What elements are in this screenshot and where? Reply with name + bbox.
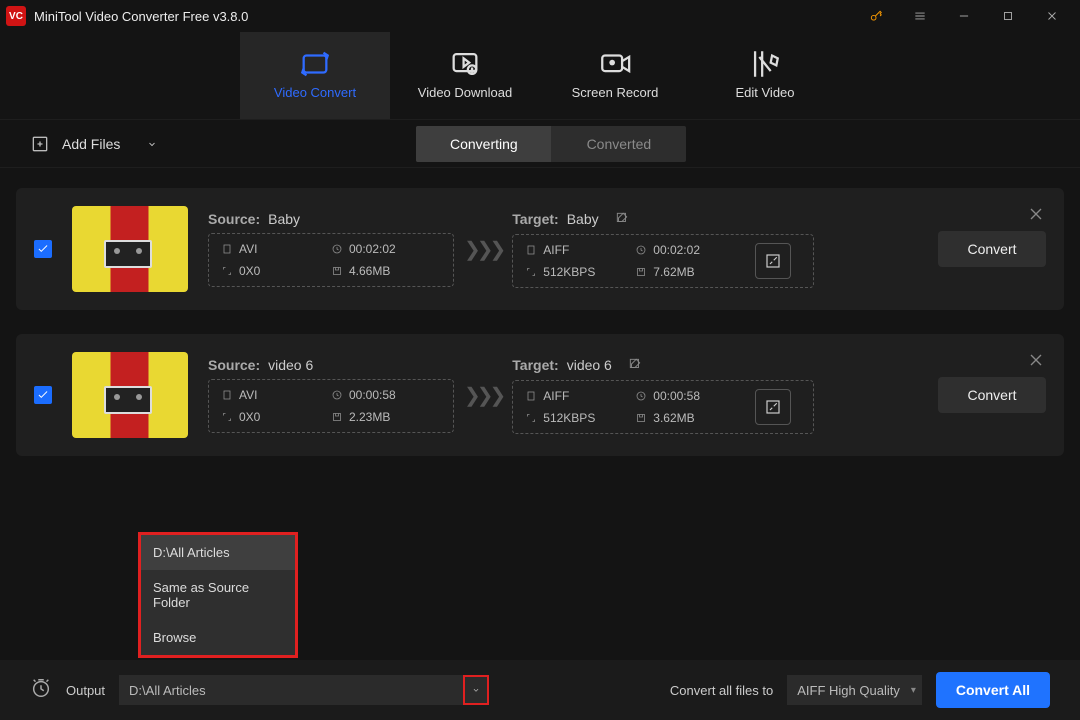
- schedule-icon[interactable]: [30, 677, 52, 704]
- remove-item-icon[interactable]: [1026, 204, 1046, 224]
- menu-icon[interactable]: [898, 0, 942, 32]
- tab-video-download[interactable]: Video Download: [390, 32, 540, 119]
- file-list: Source: Baby AVI 00:02:02 0X0 4.66MB ❯❯❯…: [0, 168, 1080, 476]
- source-label: Source:: [208, 357, 260, 373]
- disk-icon: [635, 412, 647, 424]
- arrows-icon: ❯❯❯: [464, 383, 502, 408]
- seg-converting[interactable]: Converting: [416, 126, 551, 162]
- settings-button[interactable]: [755, 389, 791, 425]
- record-icon: [598, 51, 632, 77]
- file-icon: [221, 243, 233, 255]
- file-icon: [525, 390, 537, 402]
- download-icon: [448, 51, 482, 77]
- maximize-icon[interactable]: [986, 0, 1030, 32]
- tab-screen-record[interactable]: Screen Record: [540, 32, 690, 119]
- seg-converted[interactable]: Converted: [551, 126, 686, 162]
- add-files-label: Add Files: [62, 136, 120, 152]
- edit-target-icon[interactable]: [615, 211, 629, 228]
- target-name: Baby: [567, 211, 599, 227]
- edit-target-icon[interactable]: [628, 357, 642, 374]
- chevron-down-icon[interactable]: [463, 675, 489, 705]
- convert-icon: [298, 51, 332, 77]
- close-icon[interactable]: [1030, 0, 1074, 32]
- output-option-path[interactable]: D:\All Articles: [141, 535, 295, 570]
- convert-all-label: Convert all files to: [670, 683, 773, 698]
- thumbnail: [72, 206, 188, 292]
- target-props: AIFF 00:00:58 512KBPS 3.62MB: [512, 380, 814, 434]
- tab-label: Screen Record: [572, 85, 659, 100]
- clock-icon: [331, 389, 343, 401]
- checkbox[interactable]: [34, 386, 52, 404]
- resize-icon: [221, 265, 233, 277]
- add-files-button[interactable]: Add Files: [30, 134, 166, 154]
- target-props: AIFF 00:02:02 512KBPS 7.62MB: [512, 234, 814, 288]
- convert-button[interactable]: Convert: [938, 231, 1046, 267]
- main-tabs: Video Convert Video Download Screen Reco…: [0, 32, 1080, 120]
- source-name: video 6: [268, 357, 313, 373]
- output-path-value: D:\All Articles: [129, 683, 206, 698]
- app-logo: VC: [6, 6, 26, 26]
- remove-item-icon[interactable]: [1026, 350, 1046, 370]
- settings-button[interactable]: [755, 243, 791, 279]
- convert-button[interactable]: Convert: [938, 377, 1046, 413]
- source-name: Baby: [268, 211, 300, 227]
- checkbox[interactable]: [34, 240, 52, 258]
- resize-icon: [221, 411, 233, 423]
- output-option-browse[interactable]: Browse: [141, 620, 295, 655]
- clock-icon: [331, 243, 343, 255]
- tab-label: Edit Video: [735, 85, 794, 100]
- file-icon: [525, 244, 537, 256]
- footer: Output D:\All Articles Convert all files…: [0, 660, 1080, 720]
- toolbar: Add Files Converting Converted: [0, 120, 1080, 168]
- file-card: Source: Baby AVI 00:02:02 0X0 4.66MB ❯❯❯…: [16, 188, 1064, 310]
- output-folder-menu: D:\All Articles Same as Source Folder Br…: [138, 532, 298, 658]
- view-segment: Converting Converted: [416, 126, 686, 162]
- resize-icon: [525, 266, 537, 278]
- clock-icon: [635, 244, 647, 256]
- arrows-icon: ❯❯❯: [464, 237, 502, 262]
- output-profile-dropdown[interactable]: AIFF High Quality: [787, 675, 922, 705]
- thumbnail: [72, 352, 188, 438]
- output-option-same[interactable]: Same as Source Folder: [141, 570, 295, 620]
- tab-label: Video Convert: [274, 85, 356, 100]
- titlebar: VC MiniTool Video Converter Free v3.8.0: [0, 0, 1080, 32]
- output-path-dropdown[interactable]: D:\All Articles: [119, 675, 489, 705]
- output-profile-value: AIFF High Quality: [797, 683, 900, 698]
- key-icon[interactable]: [854, 0, 898, 32]
- tab-video-convert[interactable]: Video Convert: [240, 32, 390, 119]
- disk-icon: [635, 266, 647, 278]
- clock-icon: [635, 390, 647, 402]
- resize-icon: [525, 412, 537, 424]
- disk-icon: [331, 265, 343, 277]
- file-icon: [221, 389, 233, 401]
- source-props: AVI 00:00:58 0X0 2.23MB: [208, 379, 454, 433]
- target-label: Target:: [512, 211, 558, 227]
- disk-icon: [331, 411, 343, 423]
- tab-edit-video[interactable]: Edit Video: [690, 32, 840, 119]
- minimize-icon[interactable]: [942, 0, 986, 32]
- target-label: Target:: [512, 357, 558, 373]
- target-name: video 6: [567, 357, 612, 373]
- chevron-down-icon[interactable]: [138, 138, 166, 150]
- add-files-icon: [30, 134, 50, 154]
- convert-all-button[interactable]: Convert All: [936, 672, 1050, 708]
- edit-video-icon: [748, 51, 782, 77]
- tab-label: Video Download: [418, 85, 512, 100]
- app-title: MiniTool Video Converter Free v3.8.0: [34, 9, 248, 24]
- source-props: AVI 00:02:02 0X0 4.66MB: [208, 233, 454, 287]
- output-label: Output: [66, 683, 105, 698]
- file-card: Source: video 6 AVI 00:00:58 0X0 2.23MB …: [16, 334, 1064, 456]
- source-label: Source:: [208, 211, 260, 227]
